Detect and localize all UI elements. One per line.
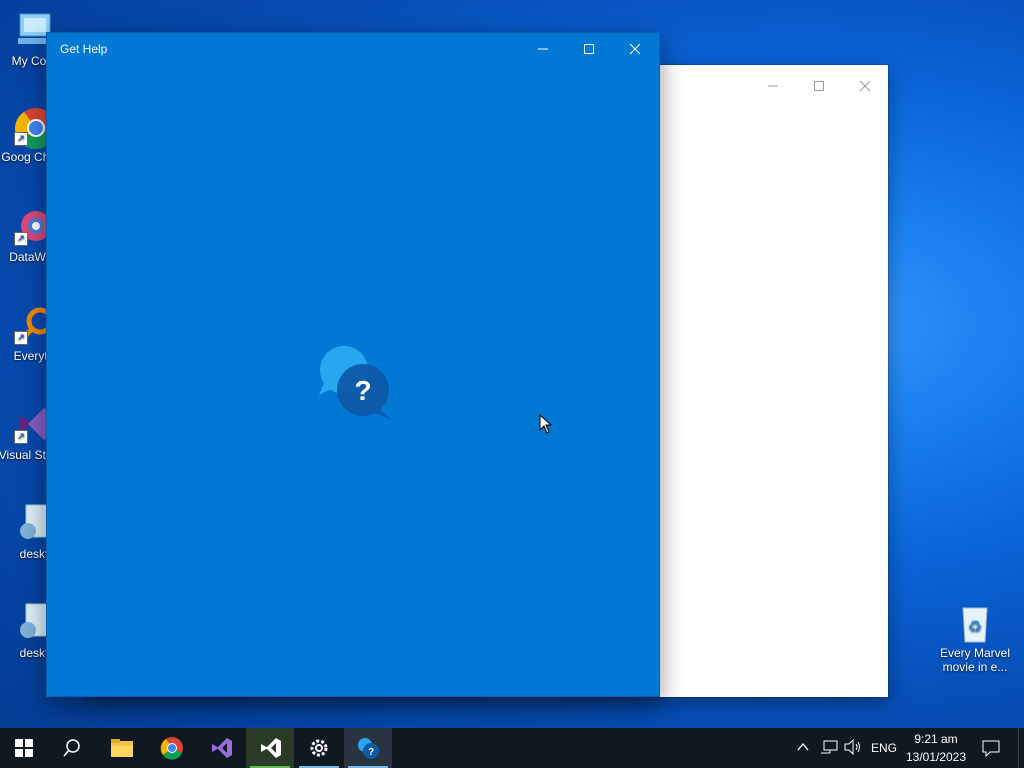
minimize-icon (768, 85, 778, 87)
clock-date: 13/01/2023 (905, 750, 967, 764)
settings-button[interactable] (295, 728, 343, 768)
input-language-button[interactable]: ENG (871, 741, 897, 755)
clock[interactable]: 9:21 am 13/01/2023 (898, 730, 974, 766)
shortcut-arrow-icon: ↗ (14, 331, 28, 345)
mouse-cursor-icon (539, 413, 553, 439)
network-button[interactable] (820, 739, 838, 760)
maximize-icon (814, 81, 824, 91)
desktop-icon-label: Every Marvel movie in e... (939, 646, 1010, 674)
help-chat-icon: ? (319, 346, 391, 419)
close-icon (629, 43, 641, 54)
chrome-icon (160, 737, 183, 760)
shortcut-arrow-icon: ↗ (14, 430, 28, 444)
taskbar: ? ENG 9:21 am 13/01/2023 (0, 728, 1024, 768)
question-mark: ? (354, 375, 371, 406)
close-icon (859, 80, 871, 92)
action-center-button[interactable] (982, 739, 1000, 762)
visual-studio-icon (261, 738, 281, 758)
minimize-button[interactable] (750, 71, 796, 101)
get-help-logo: ? (317, 343, 397, 423)
maximize-button[interactable] (796, 71, 842, 101)
maximize-button[interactable] (566, 33, 612, 64)
volume-button[interactable] (844, 738, 862, 760)
windows-logo-icon (15, 739, 33, 757)
help-chat-icon: ? (358, 738, 379, 759)
maximize-icon (584, 43, 594, 54)
get-help-window[interactable]: Get Help ? (47, 33, 659, 696)
shortcut-arrow-icon: ↗ (14, 132, 28, 146)
close-button[interactable] (842, 71, 888, 101)
recycle-bin-icon: ♻ (955, 602, 995, 643)
gear-icon (310, 739, 328, 757)
network-icon (821, 740, 838, 754)
visual-studio-button[interactable] (197, 728, 245, 768)
get-help-button[interactable]: ? (344, 728, 392, 768)
folder-icon (111, 739, 133, 757)
minimize-button[interactable] (520, 33, 566, 64)
start-button[interactable] (0, 728, 48, 768)
chevron-up-icon (797, 742, 809, 751)
show-desktop-button[interactable] (1018, 728, 1024, 768)
svg-text:?: ? (368, 747, 374, 758)
search-button[interactable] (48, 728, 96, 768)
notification-icon (982, 740, 1000, 758)
minimize-icon (538, 48, 548, 49)
clock-time: 9:21 am (914, 732, 958, 746)
search-icon (63, 739, 80, 757)
show-hidden-icons-button[interactable] (796, 740, 810, 759)
shortcut-arrow-icon: ↗ (14, 232, 28, 246)
close-button[interactable] (612, 33, 658, 64)
chrome-button[interactable] (148, 728, 196, 768)
visual-studio-active-button[interactable] (246, 728, 294, 768)
window-title: Get Help (60, 42, 108, 56)
visual-studio-icon (212, 738, 232, 758)
desktop-icon-recycle-bin[interactable]: ♻ Every Marvel movie in e... (936, 602, 1014, 674)
svg-text:♻: ♻ (968, 619, 982, 636)
speaker-icon (844, 738, 860, 756)
file-explorer-button[interactable] (98, 728, 146, 768)
